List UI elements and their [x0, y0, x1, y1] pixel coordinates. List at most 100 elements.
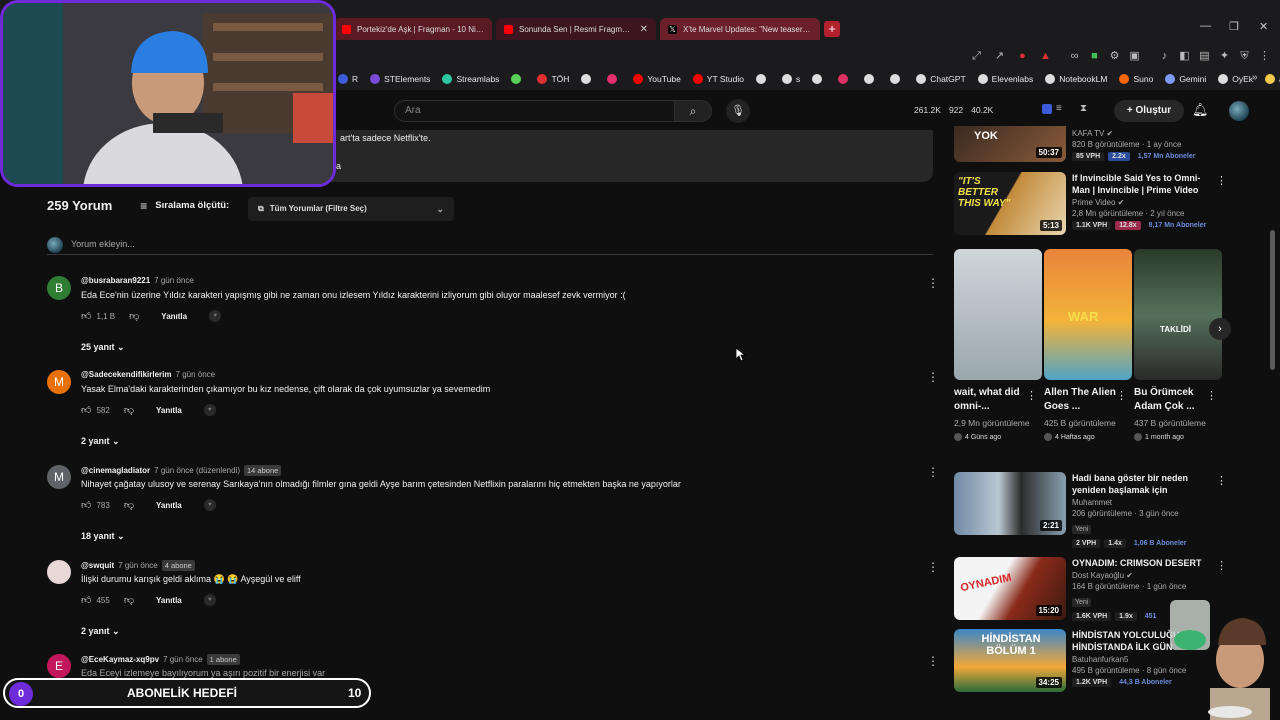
short-title[interactable]: Bu Örümcek Adam Çok ...	[1134, 386, 1206, 414]
short-item[interactable]: TAKLİDİ Bu Örümcek Adam Çok ... 437 B gö…	[1134, 249, 1222, 459]
more-options-icon[interactable]: ⋮	[1216, 174, 1227, 187]
recommended-video[interactable]: "IT'S BETTER THIS WAY" 5:13 If Invincibl…	[954, 172, 1227, 238]
bookmark-item[interactable]: STElements	[370, 74, 430, 84]
short-item[interactable]: wait, what did omni-... 2,9 Mn görüntüle…	[954, 249, 1042, 459]
short-title[interactable]: wait, what did omni-...	[954, 386, 1026, 414]
bookmark-item[interactable]: Gemini	[1165, 74, 1206, 84]
extension-icon[interactable]: ∞	[1068, 50, 1081, 63]
new-tab-button[interactable]: +	[824, 21, 840, 37]
bell-icon[interactable]: 🔔︎	[1192, 102, 1209, 118]
more-options-icon[interactable]: ⋮	[1116, 389, 1127, 402]
extension-icon[interactable]: ✦	[1218, 50, 1231, 63]
channel-name[interactable]: Dost Kayaoğlu ✔	[1072, 571, 1214, 580]
bookmark-item[interactable]: R	[338, 74, 358, 84]
bookmark-item[interactable]: TÖH	[537, 74, 569, 84]
video-thumbnail[interactable]: "IT'S BETTER THIS WAY" 5:13	[954, 172, 1066, 235]
short-title[interactable]: Allen The Alien Goes ...	[1044, 386, 1116, 414]
commenter-avatar[interactable]: E	[47, 654, 71, 678]
extension-icon[interactable]: ●	[1016, 50, 1029, 63]
search-input[interactable]: Ara	[394, 100, 674, 122]
comment-time[interactable]: 7 gün önce	[118, 561, 158, 570]
commenter-avatar[interactable]: M	[47, 370, 71, 394]
sidebar-icon[interactable]: ◧	[1178, 50, 1191, 63]
bookmark-item[interactable]: YT Studio	[692, 74, 744, 84]
comment-author[interactable]: @cinemagladiator	[81, 466, 150, 475]
view-replies-button[interactable]: 25 yanıt ⌄	[81, 342, 125, 353]
extension-icon[interactable]: ▣	[1128, 50, 1141, 63]
shield-icon[interactable]: ⛨	[1238, 50, 1251, 63]
install-icon[interactable]: ⤢	[970, 50, 983, 63]
bookmark-item[interactable]	[607, 74, 621, 84]
short-item[interactable]: WAR Allen The Alien Goes ... 425 B görün…	[1044, 249, 1132, 459]
extension-icon[interactable]: ≡	[1056, 103, 1062, 114]
bookmark-item[interactable]: Elevenlabs	[977, 74, 1033, 84]
reply-button[interactable]: Yanıtla	[156, 596, 182, 605]
bookmark-item[interactable]: Suno	[1119, 74, 1153, 84]
more-bookmarks-icon[interactable]: »	[1252, 72, 1258, 83]
bookmark-item[interactable]: s	[781, 74, 800, 84]
recommended-video[interactable]: YOK 50:37 KAFA TV ✔ 820 B görüntüleme · …	[954, 126, 1226, 166]
short-thumbnail[interactable]	[954, 249, 1042, 380]
avatar[interactable]	[1229, 101, 1249, 121]
bookmark-item[interactable]	[864, 74, 878, 84]
sort-button[interactable]: ≡ Sıralama ölçütü:	[140, 199, 229, 213]
extension-icon[interactable]: ■	[1088, 50, 1101, 63]
scrollbar[interactable]	[1270, 230, 1275, 370]
share-icon[interactable]: ↗	[993, 50, 1006, 63]
channel-name[interactable]: KAFA TV ✔	[1072, 129, 1214, 138]
bookmark-item[interactable]	[812, 74, 826, 84]
bookmark-item[interactable]	[838, 74, 852, 84]
comment-author[interactable]: @busrabaran9221	[81, 276, 150, 285]
more-options-icon[interactable]: ⋮	[927, 654, 939, 668]
more-options-icon[interactable]: ⋮	[927, 276, 939, 290]
bookmark-item[interactable]: ChatGPT	[916, 74, 966, 84]
dislike-icon[interactable]: 👎︎	[124, 594, 134, 606]
commenter-avatar[interactable]: B	[47, 276, 71, 300]
more-options-icon[interactable]: ⋮	[927, 465, 939, 479]
create-button[interactable]: + Oluştur	[1114, 100, 1184, 122]
close-icon[interactable]: ✕	[640, 24, 648, 35]
video-thumbnail[interactable]: 2:21	[954, 472, 1066, 535]
comment-time[interactable]: 7 gün önce	[154, 276, 194, 285]
more-options-icon[interactable]: ⋮	[1216, 559, 1227, 572]
extension-icon[interactable]	[1042, 104, 1052, 114]
extension-icon[interactable]: ⧗	[1080, 103, 1087, 114]
comment-author[interactable]: @swquit	[81, 561, 114, 570]
menu-icon[interactable]: ⋮	[1258, 50, 1271, 63]
close-window-icon[interactable]: ✕	[1259, 20, 1268, 33]
more-options-icon[interactable]: ⋮	[927, 370, 939, 384]
bookmark-item[interactable]: NotebookLM	[1045, 74, 1107, 84]
view-replies-button[interactable]: 2 yanıt ⌄	[81, 626, 120, 637]
view-replies-button[interactable]: 18 yanıt ⌄	[81, 531, 125, 542]
video-title[interactable]: Hadi bana göster bir neden yeniden başla…	[1072, 472, 1214, 496]
comment-time[interactable]: 7 gün önce	[176, 370, 216, 379]
like-icon[interactable]: 👍︎	[81, 404, 91, 416]
commenter-avatar[interactable]	[47, 560, 71, 584]
short-thumbnail[interactable]: TAKLİDİ	[1134, 249, 1222, 380]
video-thumbnail[interactable]: OYNADIM 15:20	[954, 557, 1066, 620]
comment-author[interactable]: @EceKaymaz-xq9pv	[81, 655, 159, 664]
extension-icon[interactable]: ⚙	[1108, 50, 1121, 63]
shelf-next-button[interactable]: ›	[1209, 318, 1231, 340]
music-icon[interactable]: ♪	[1158, 50, 1171, 63]
like-icon[interactable]: 👍︎	[81, 310, 91, 322]
search-button[interactable]: ⌕	[674, 100, 712, 122]
comment-author[interactable]: @Sadecekendifikirlerim	[81, 370, 172, 379]
dislike-icon[interactable]: 👎︎	[124, 404, 134, 416]
more-options-icon[interactable]: ⋮	[1206, 389, 1217, 402]
channel-name[interactable]: Prime Video ✔	[1072, 198, 1214, 207]
bookmark-item[interactable]: OyEk	[1218, 74, 1253, 84]
comment-time[interactable]: 7 gün önce (düzenlendi)	[154, 466, 240, 475]
video-title[interactable]: If Invincible Said Yes to Omni-Man | Inv…	[1072, 172, 1214, 196]
more-options-icon[interactable]: ⋮	[1026, 389, 1037, 402]
bookmark-item[interactable]	[511, 74, 525, 84]
more-options-icon[interactable]: ⋮	[927, 560, 939, 574]
comment-filter-select[interactable]: ⧉ Tüm Yorumlar (Filtre Seç) ⌄	[248, 197, 454, 221]
voice-search-button[interactable]: 🎙	[726, 99, 750, 123]
like-icon[interactable]: 👍︎	[81, 594, 91, 606]
tab-sonunda-sen[interactable]: Sonunda Sen | Resmi Fragman | N ✕	[496, 18, 656, 40]
reply-button[interactable]: Yanıtla	[161, 312, 187, 321]
like-icon[interactable]: 👍︎	[81, 499, 91, 511]
dislike-icon[interactable]: 👎︎	[124, 499, 134, 511]
recommended-video[interactable]: 2:21 Hadi bana göster bir neden yeniden …	[954, 472, 1227, 548]
